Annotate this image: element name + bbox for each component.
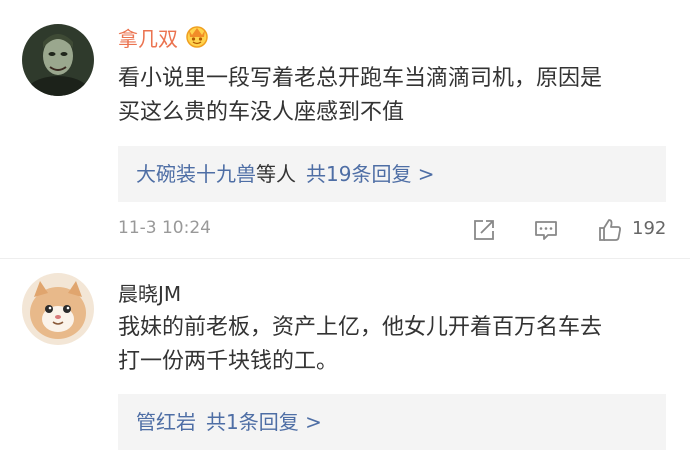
replies-summary[interactable]: 管红岩 共1条回复 > [118, 394, 666, 450]
reply-authors[interactable]: 管红岩 [136, 410, 196, 434]
username[interactable]: 拿几双 [118, 24, 210, 54]
comment-text: 我妹的前老板，资产上亿，他女儿开着百万名车去 打一份两千块钱的工。 [118, 315, 603, 374]
comment-icon[interactable] [532, 216, 560, 244]
username-label[interactable]: 拿几双 [118, 27, 178, 51]
reply-count-link[interactable]: 共19条回复 > [306, 162, 435, 186]
like-count: 192 [632, 218, 667, 239]
reply-count-link[interactable]: 共1条回复 > [206, 410, 322, 434]
comment-item: 晨晓JM 我妹的前老板，资产上亿，他女儿开着百万名车去 打一份两千块钱的工。 管… [0, 259, 690, 457]
comment-footer: 11-3 10:24 192 [0, 212, 690, 248]
replies-summary[interactable]: 大碗装十九兽等人 共19条回复 > [118, 146, 666, 202]
reply-authors[interactable]: 大碗装十九兽 [136, 162, 256, 186]
share-icon[interactable] [470, 216, 498, 244]
avatar[interactable] [22, 273, 94, 345]
comment-text: 看小说里一段写着老总开跑车当滴滴司机，原因是 买这么贵的车没人座感到不值 [118, 66, 603, 125]
timestamp: 11-3 10:24 [118, 218, 211, 238]
like-icon[interactable] [596, 216, 624, 244]
avatar[interactable] [22, 24, 94, 96]
username[interactable]: 晨晓JM [118, 281, 181, 307]
comment-item: 拿几双 看小说里一段写着老总开跑车当滴滴司机，原因是 买这么贵的车没人座感到不值… [0, 0, 690, 258]
reply-suffix: 等人 [256, 162, 296, 186]
vip-crown-badge-icon [184, 24, 210, 54]
